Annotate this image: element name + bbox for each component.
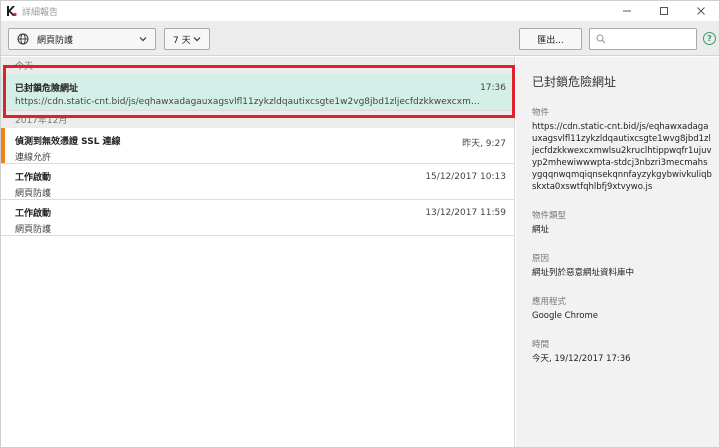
- search-box[interactable]: [589, 28, 697, 50]
- toolbar: 網頁防護 7 天 匯出... ?: [1, 21, 719, 56]
- event-time: 15/12/2017 10:13: [425, 172, 506, 182]
- event-time: 昨天, 9:27: [462, 139, 506, 149]
- time-label: 時間: [532, 340, 550, 350]
- event-row-task-start-1[interactable]: 工作啟動 網頁防護 15/12/2017 10:13: [1, 164, 514, 200]
- minimize-icon: [622, 10, 631, 12]
- window-title: 詳細報告: [22, 7, 59, 18]
- group-header-today: 今天: [1, 57, 514, 74]
- reason-value: 網址列於惡意網址資料庫中: [532, 268, 635, 278]
- search-icon: [596, 34, 606, 44]
- event-row-ssl-warning[interactable]: 偵測到無效憑證 SSL 連線 連線允許 昨天, 9:27: [1, 128, 514, 164]
- application-value: Google Chrome: [532, 311, 599, 321]
- period-filter-label: 7 天: [173, 35, 191, 46]
- export-button[interactable]: 匯出...: [519, 28, 582, 50]
- close-button[interactable]: [682, 1, 719, 21]
- group-header-december: 2017年12月: [1, 111, 514, 128]
- event-title: 已封鎖危險網址: [15, 84, 79, 94]
- window-controls: [608, 1, 719, 21]
- time-value: 今天, 19/12/2017 17:36: [532, 354, 631, 364]
- object-value: https://cdn.static-cnt.bid/js/eqhawxadag…: [532, 122, 712, 192]
- help-icon[interactable]: ?: [703, 32, 716, 45]
- event-title: 偵測到無效憑證 SSL 連線: [15, 137, 121, 147]
- kaspersky-logo-icon: [5, 5, 17, 17]
- minimize-button[interactable]: [608, 1, 645, 21]
- object-type-value: 網址: [532, 225, 550, 235]
- event-row-task-start-2[interactable]: 工作啟動 網頁防護 13/12/2017 11:59: [1, 200, 514, 236]
- chevron-down-icon: [193, 37, 201, 42]
- event-time: 17:36: [480, 83, 506, 93]
- object-type-label: 物件類型: [532, 211, 567, 221]
- period-filter-dropdown[interactable]: 7 天: [164, 28, 210, 50]
- reason-label: 原因: [532, 254, 550, 264]
- detail-pane: 已封鎖危險網址 物件 https://cdn.static-cnt.bid/js…: [516, 57, 719, 447]
- object-label: 物件: [532, 108, 550, 118]
- close-icon: [696, 7, 705, 15]
- component-filter-dropdown[interactable]: 網頁防護: [8, 28, 156, 50]
- event-subtitle: 網頁防護: [15, 225, 52, 235]
- event-time: 13/12/2017 11:59: [425, 208, 506, 218]
- event-list: 今天 已封鎖危險網址 https://cdn.static-cnt.bid/js…: [1, 57, 515, 447]
- event-subtitle: 網頁防護: [15, 189, 52, 199]
- component-filter-label: 網頁防護: [37, 35, 74, 46]
- report-window: 詳細報告 網頁防護 7 天 匯出... ? 今天 已封鎖危險網址 https:/…: [0, 0, 720, 448]
- event-subtitle: 連線允許: [15, 153, 52, 163]
- maximize-icon: [659, 7, 668, 15]
- search-input[interactable]: [610, 34, 690, 44]
- detail-title: 已封鎖危險網址: [532, 75, 617, 89]
- event-row-blocked-url[interactable]: 已封鎖危險網址 https://cdn.static-cnt.bid/js/eq…: [1, 74, 514, 111]
- globe-icon: [17, 33, 29, 45]
- event-subtitle: https://cdn.static-cnt.bid/js/eqhawxadag…: [15, 97, 480, 107]
- application-label: 應用程式: [532, 297, 567, 307]
- chevron-down-icon: [139, 37, 147, 42]
- maximize-button[interactable]: [645, 1, 682, 21]
- title-bar: 詳細報告: [1, 1, 719, 21]
